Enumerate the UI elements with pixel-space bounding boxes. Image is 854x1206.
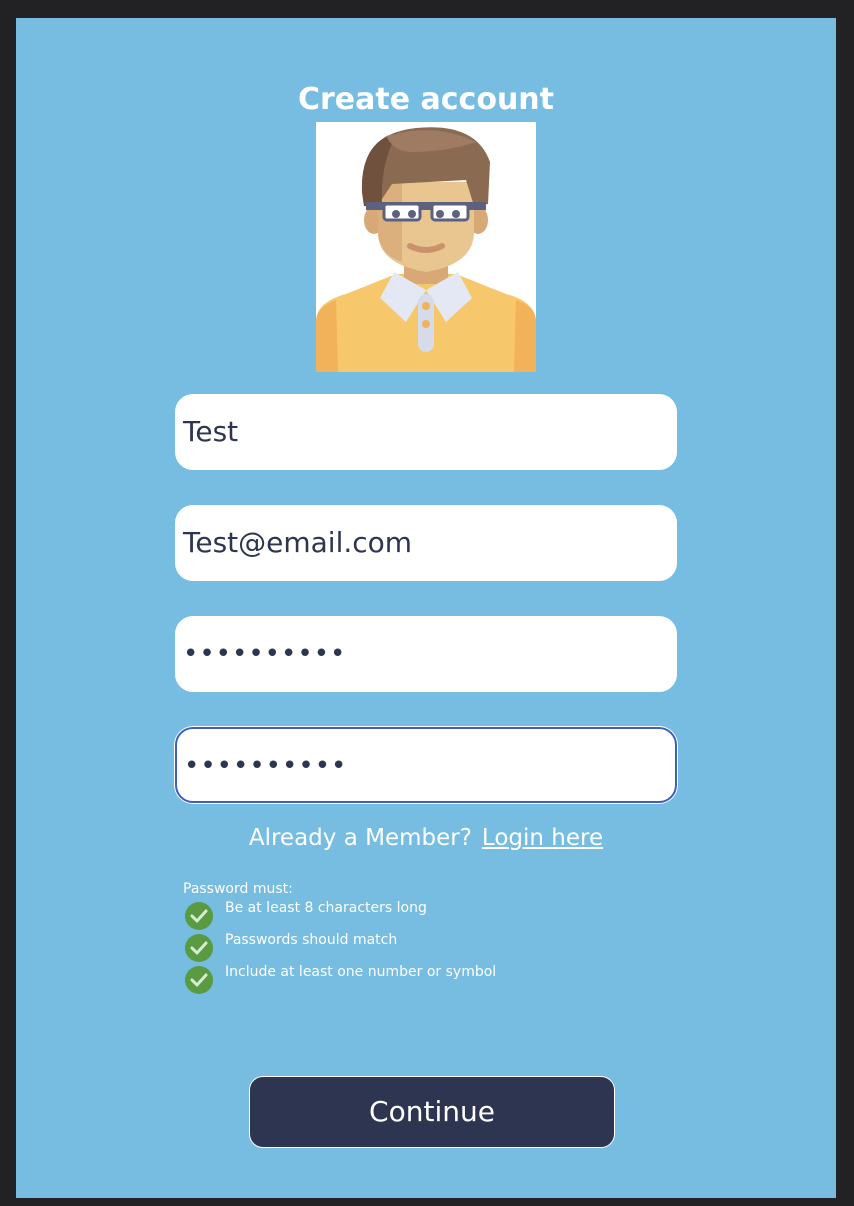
check-circle-icon (185, 966, 213, 994)
confirm-password-input[interactable]: •••••••••• (175, 727, 677, 803)
password-rules-heading: Password must: (183, 881, 293, 897)
password-rule-label: Be at least 8 characters long (225, 900, 427, 916)
password-rule-item: Passwords should match (183, 930, 397, 962)
password-input[interactable]: •••••••••• (175, 616, 677, 692)
name-input[interactable]: Test (175, 394, 677, 470)
password-rule-item: Include at least one number or symbol (183, 962, 496, 994)
password-rules: Password must: Be at least 8 characters … (183, 880, 496, 994)
page-title: Create account (297, 82, 554, 117)
login-here-link[interactable]: Login here (482, 825, 603, 851)
check-circle-icon (185, 902, 213, 930)
password-rule-label: Include at least one number or symbol (225, 964, 497, 980)
password-rule-label: Passwords should match (225, 932, 398, 948)
email-input[interactable]: Test@email.com (175, 505, 677, 581)
check-circle-icon (185, 934, 213, 962)
password-rule-item: Be at least 8 characters long (183, 898, 427, 930)
man-with-glasses-avatar-icon (316, 122, 536, 372)
continue-button[interactable]: Continue (249, 1076, 615, 1148)
create-account-panel: Create account Test Test@email.com •••••… (16, 18, 836, 1198)
login-prompt: Already a Member? Login here (16, 822, 836, 854)
already-member-text: Already a Member? (248, 825, 472, 851)
avatar-image (316, 122, 536, 372)
